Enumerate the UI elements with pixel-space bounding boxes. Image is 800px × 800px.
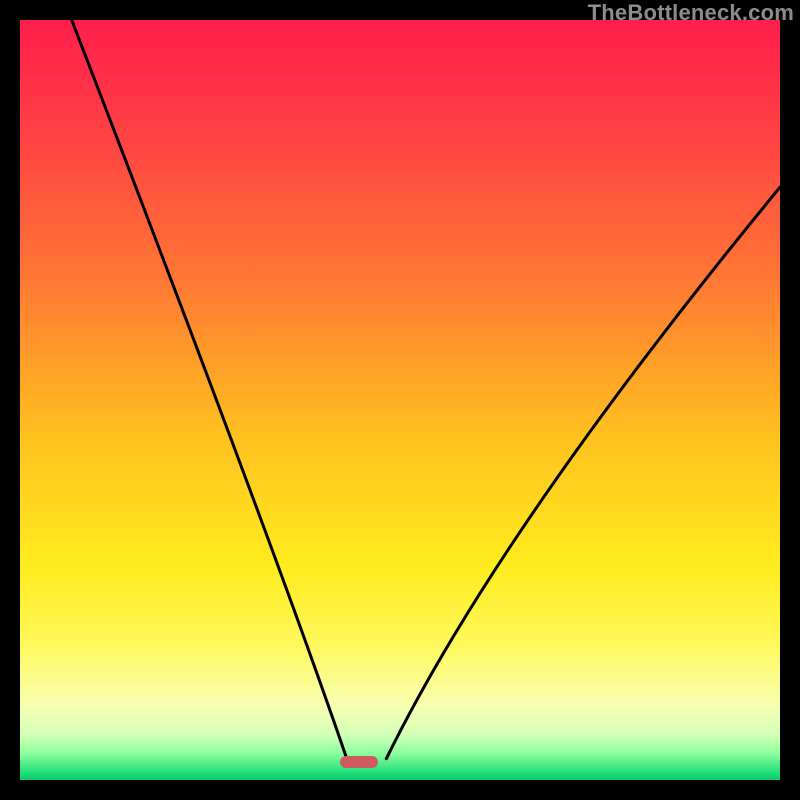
bottleneck-chart	[20, 20, 780, 780]
chart-frame	[20, 20, 780, 780]
watermark-text: TheBottleneck.com	[588, 0, 794, 26]
gradient-background	[20, 20, 780, 780]
minimum-marker	[340, 756, 378, 768]
